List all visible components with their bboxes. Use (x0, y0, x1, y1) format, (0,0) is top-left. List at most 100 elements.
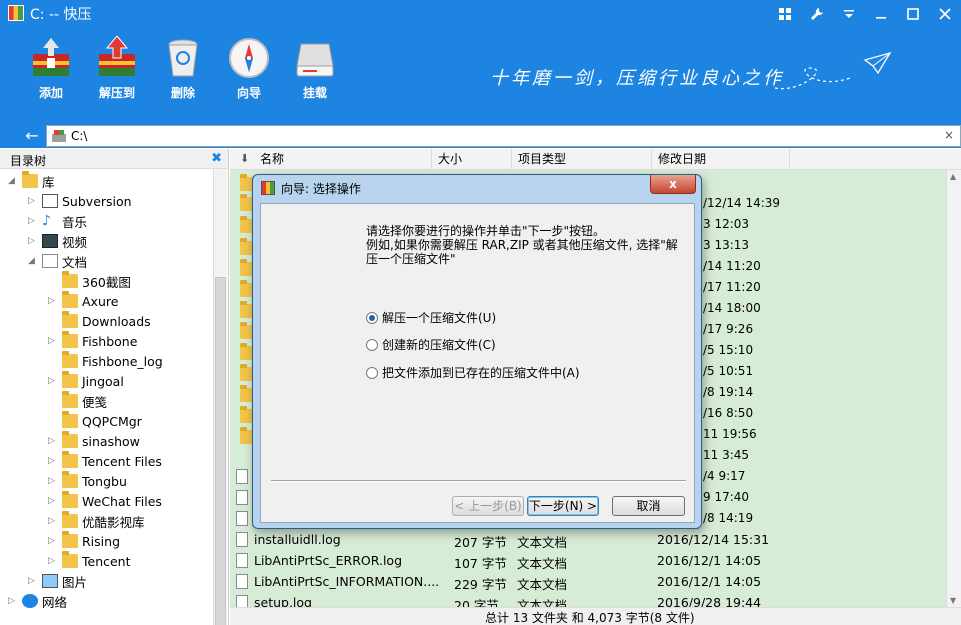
file-row[interactable]: LibAntiPrtSc_ERROR.log 107 字节 文本文档 2016/… (230, 550, 946, 571)
collapsed-arrow-icon[interactable]: ▷ (48, 516, 58, 526)
collapsed-arrow-icon[interactable]: ▷ (8, 596, 18, 606)
next-button[interactable]: 下一步(N) > (527, 496, 599, 516)
grid-icon[interactable] (769, 0, 801, 28)
tree-item-folder[interactable]: ▷ WeChat Files (48, 491, 162, 511)
radio-checked[interactable] (366, 312, 378, 324)
compass-icon (227, 36, 271, 80)
close-tree-icon[interactable]: ✖ (211, 151, 222, 166)
expanded-arrow-icon[interactable]: ◢ (28, 256, 38, 266)
cancel-button[interactable]: 取消 (612, 496, 685, 516)
collapsed-arrow-icon[interactable]: ▷ (48, 476, 58, 486)
tree-item-folder[interactable]: ▷ 优酷影视库 (48, 511, 145, 531)
document-icon (42, 254, 58, 268)
tree-item-folder[interactable]: 360截图 (48, 271, 131, 291)
tree-item-subversion[interactable]: ▷ Subversion (28, 191, 132, 211)
column-header-date[interactable]: 修改日期 (652, 149, 790, 170)
picture-icon (42, 574, 58, 588)
clear-address-icon[interactable]: × (944, 128, 954, 142)
dialog-title-bar[interactable]: 向导: 选择操作 x (253, 175, 701, 201)
tree-item-video[interactable]: ▷ 视频 (28, 231, 87, 251)
dialog-separator (271, 480, 686, 482)
collapsed-arrow-icon[interactable]: ▷ (48, 436, 58, 446)
back-button[interactable]: < 上一步(B) (452, 496, 524, 516)
collapsed-arrow-icon[interactable]: ▷ (28, 196, 38, 206)
wrench-icon[interactable] (801, 0, 833, 28)
collapsed-arrow-icon[interactable]: ▷ (28, 576, 38, 586)
mount-button[interactable]: 挂载 (282, 36, 348, 100)
option-create[interactable]: 创建新的压缩文件(C) (366, 336, 496, 353)
tree-item-folder[interactable]: ▷ Tencent Files (48, 451, 162, 471)
tree-item-pictures[interactable]: ▷ 图片 (28, 571, 87, 591)
collapsed-arrow-icon[interactable]: ▷ (48, 556, 58, 566)
scroll-up-icon[interactable]: ▲ (950, 172, 956, 181)
tree-scrollbar[interactable] (213, 169, 227, 625)
tree-item-folder[interactable]: ▷ Rising (48, 531, 120, 551)
minimize-icon[interactable] (865, 0, 897, 28)
file-date: 2016/9/28 19:44 (657, 595, 761, 607)
file-row[interactable]: installuidll.log 207 字节 文本文档 2016/12/14 … (230, 529, 946, 550)
tree-item-music[interactable]: ▷ ♪ 音乐 (28, 211, 87, 231)
address-field[interactable]: C:\ × (46, 125, 961, 147)
option-extract[interactable]: 解压一个压缩文件(U) (366, 309, 496, 326)
tree-item-folder[interactable]: ▷ Axure (48, 291, 118, 311)
extract-icon (95, 36, 139, 80)
collapsed-arrow-icon[interactable]: ▷ (48, 336, 58, 346)
collapsed-arrow-icon[interactable]: ▷ (28, 216, 38, 226)
collapsed-arrow-icon[interactable]: ▷ (28, 236, 38, 246)
file-size: 20 字节 (454, 595, 499, 607)
mount-icon (293, 36, 337, 80)
file-row[interactable]: setup.log 20 字节 文本文档 2016/9/28 19:44 (230, 592, 946, 607)
collapsed-arrow-icon[interactable]: ▷ (48, 456, 58, 466)
file-name: LibAntiPrtSc_INFORMATION.... (254, 574, 439, 589)
back-arrow-icon[interactable]: ← (22, 127, 42, 145)
collapsed-arrow-icon[interactable]: ▷ (48, 376, 58, 386)
close-icon[interactable] (929, 0, 961, 28)
collapsed-arrow-icon[interactable]: ▷ (48, 536, 58, 546)
tree-item-library[interactable]: ◢ 库 (8, 171, 55, 191)
main-toolbar: 添加 解压到 删除 (18, 36, 348, 100)
folder-icon (62, 354, 78, 368)
tree-item-folder[interactable]: ▷ Fishbone (48, 331, 137, 351)
tree-item-folder[interactable]: 便笺 (48, 391, 107, 411)
paper-plane-icon (770, 48, 900, 98)
add-button[interactable]: 添加 (18, 36, 84, 100)
tree-item-folder[interactable]: Downloads (48, 311, 151, 331)
column-header-name[interactable]: 名称 (230, 149, 432, 170)
scroll-down-icon[interactable]: ▼ (950, 596, 956, 605)
column-header-type[interactable]: 项目类型 (512, 149, 652, 170)
tree-item-documents[interactable]: ◢ 文档 (28, 251, 87, 271)
file-size: 207 字节 (454, 532, 507, 551)
file-list-scrollbar[interactable]: ▲ ▼ (946, 170, 961, 607)
dialog-app-icon (261, 181, 275, 195)
tree-item-folder[interactable]: ▷ Tongbu (48, 471, 127, 491)
directory-tree: 目录树 ✖ ◢ 库 ▷ Subversion ▷ ♪ 音乐 ▷ 视频 ◢ 文档 … (0, 149, 229, 625)
folder-icon (62, 534, 78, 548)
tree-item-network[interactable]: ▷ 网络 (8, 591, 67, 611)
radio-unchecked[interactable] (366, 339, 378, 351)
video-icon (42, 234, 58, 248)
dialog-close-button[interactable]: x (650, 175, 696, 194)
tree-item-folder[interactable]: QQPCMgr (48, 411, 142, 431)
extract-to-button[interactable]: 解压到 (84, 36, 150, 100)
file-name: LibAntiPrtSc_ERROR.log (254, 553, 402, 568)
column-header-size[interactable]: 大小 (432, 149, 512, 170)
folder-icon (62, 274, 78, 288)
expanded-arrow-icon[interactable]: ◢ (8, 176, 18, 186)
wizard-button[interactable]: 向导 (216, 36, 282, 100)
collapsed-arrow-icon[interactable]: ▷ (48, 496, 58, 506)
delete-button[interactable]: 删除 (150, 36, 216, 100)
tree-scroll-thumb[interactable] (215, 277, 226, 625)
radio-unchecked[interactable] (366, 367, 378, 379)
file-row[interactable]: LibAntiPrtSc_INFORMATION.... 229 字节 文本文档… (230, 571, 946, 592)
tree-item-folder[interactable]: ▷ Tencent (48, 551, 131, 571)
tree-item-folder[interactable]: ▷ Jingoal (48, 371, 124, 391)
folder-icon (62, 314, 78, 328)
maximize-icon[interactable] (897, 0, 929, 28)
file-type: 文本文档 (517, 553, 567, 572)
menu-icon[interactable] (833, 0, 865, 28)
tree-item-folder[interactable]: ▷ sinashow (48, 431, 140, 451)
option-add-to-existing[interactable]: 把文件添加到已存在的压缩文件中(A) (366, 364, 580, 381)
folder-icon (62, 554, 78, 568)
tree-item-folder[interactable]: Fishbone_log (48, 351, 163, 371)
collapsed-arrow-icon[interactable]: ▷ (48, 296, 58, 306)
